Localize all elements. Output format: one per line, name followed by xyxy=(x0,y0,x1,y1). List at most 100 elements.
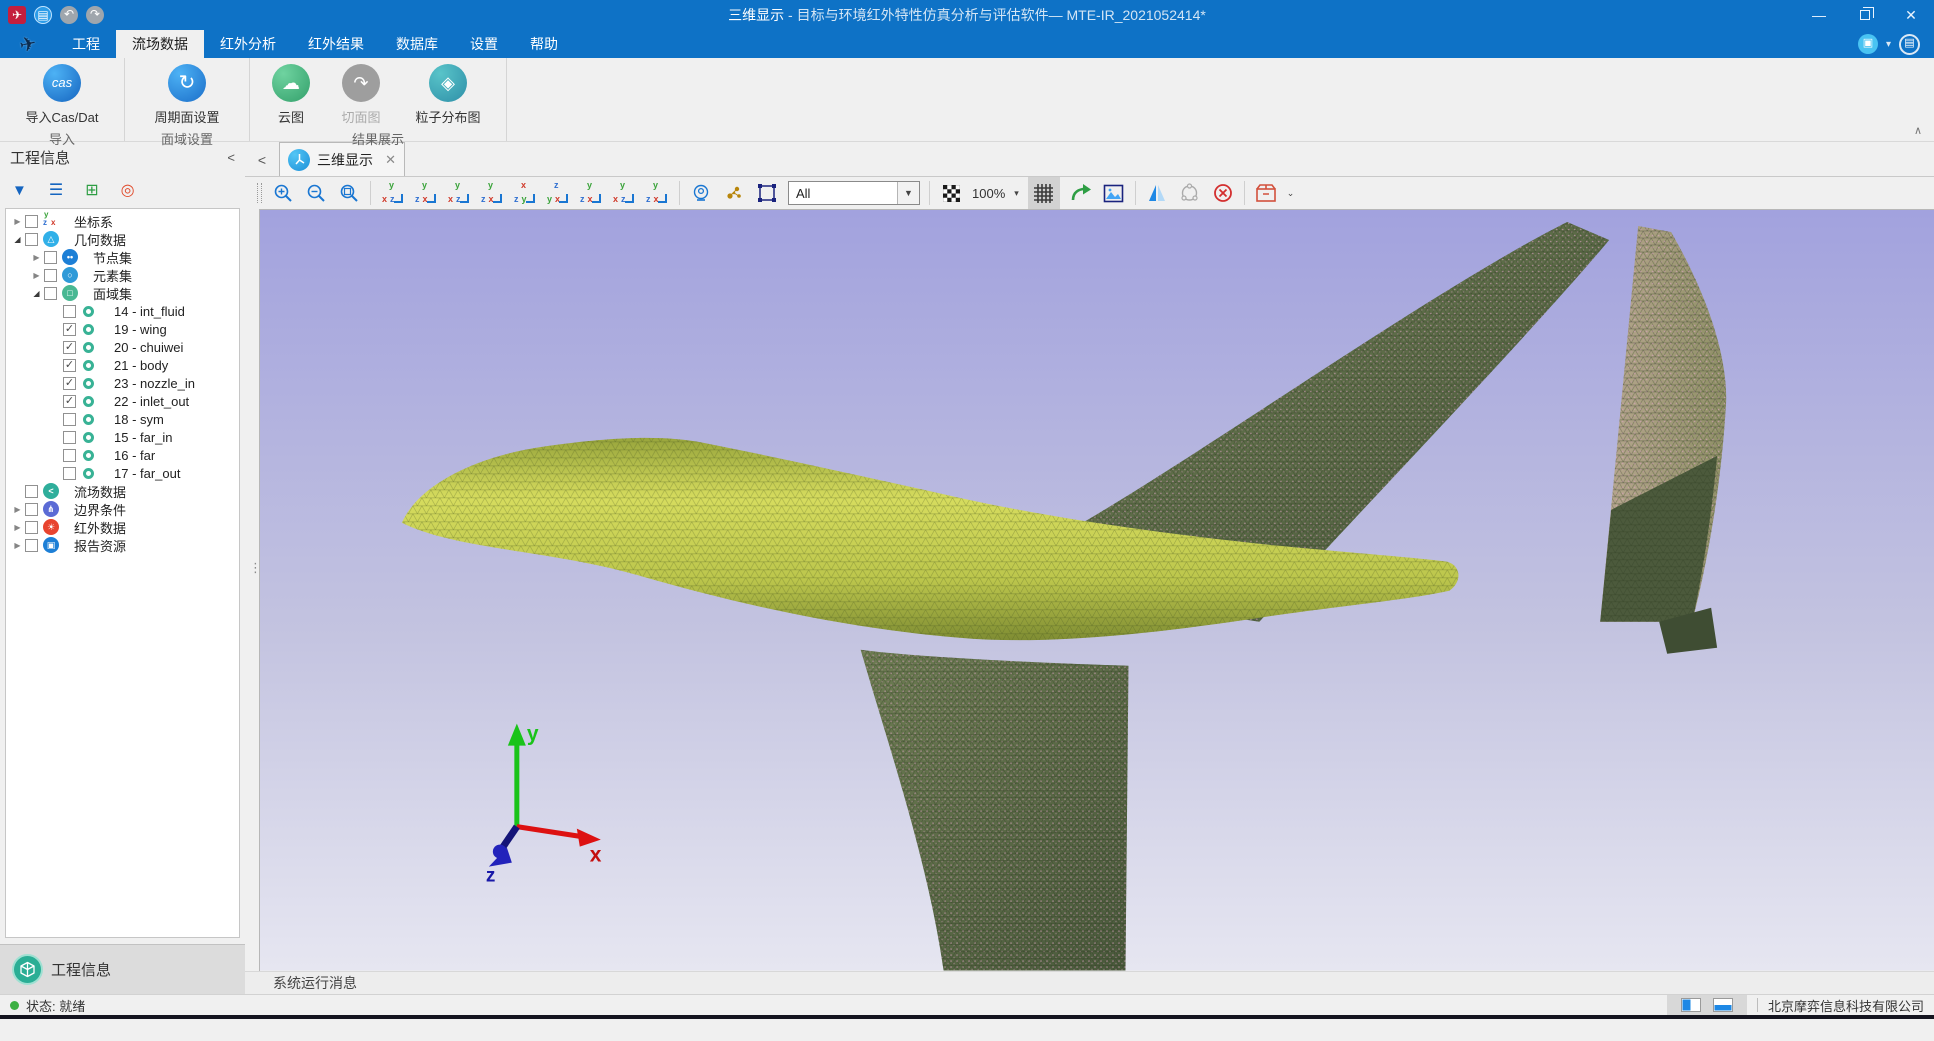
grid-view-icon[interactable]: ⊞ xyxy=(85,180,98,200)
remove-button[interactable] xyxy=(1211,181,1235,205)
toolbar-drag-handle[interactable] xyxy=(257,183,262,203)
view-preset-button-4[interactable]: yzx xyxy=(479,181,505,205)
restore-button[interactable] xyxy=(1842,0,1888,30)
zoom-dropdown-icon[interactable]: ▾ xyxy=(1014,188,1019,199)
tree-checkbox[interactable]: ✓ xyxy=(63,377,76,390)
tree-checkbox[interactable] xyxy=(25,539,38,552)
menu-item-project[interactable]: 工程 xyxy=(56,30,116,58)
minimize-button[interactable]: — xyxy=(1796,0,1842,30)
particle-distribution-button[interactable]: ◈ 粒子分布图 xyxy=(400,62,496,126)
tree-checkbox[interactable]: ✓ xyxy=(63,395,76,408)
zoom-fit-button[interactable] xyxy=(337,181,361,205)
grid-toggle-button[interactable] xyxy=(1028,177,1060,209)
target-icon[interactable]: ◎ xyxy=(121,180,135,200)
export-arrow-button[interactable] xyxy=(1069,181,1093,205)
tree-checkbox[interactable] xyxy=(25,233,38,246)
ribbon-collapse-icon[interactable]: ∧ xyxy=(1914,124,1922,137)
theme-button[interactable]: ▣ xyxy=(1858,34,1878,54)
perspective-camera-button[interactable] xyxy=(689,181,713,205)
tree-item[interactable]: ▶⋔边界条件 xyxy=(6,500,239,518)
cloud-map-button[interactable]: ☁ 云图 xyxy=(260,62,322,126)
view-preset-button-3[interactable]: yxz xyxy=(446,181,472,205)
style-button[interactable]: ▤ xyxy=(1899,34,1920,55)
close-button[interactable]: ✕ xyxy=(1888,0,1934,30)
tree-checkbox[interactable] xyxy=(44,287,57,300)
expander-closed-icon[interactable]: ▶ xyxy=(11,541,24,550)
tree-item[interactable]: ✓19 - wing xyxy=(6,320,239,338)
redo-button[interactable]: ↷ xyxy=(86,6,104,24)
view-preset-button-7[interactable]: yzx xyxy=(578,181,604,205)
zoom-out-button[interactable] xyxy=(304,181,328,205)
layout-left-icon[interactable] xyxy=(1681,998,1701,1012)
import-cas-dat-button[interactable]: cas 导入Cas/Dat xyxy=(10,62,114,126)
chevron-down-icon[interactable]: ▾ xyxy=(1886,39,1891,50)
view-preset-button-1[interactable]: yxz xyxy=(380,181,406,205)
menu-item-help[interactable]: 帮助 xyxy=(514,30,574,58)
undo-button[interactable]: ↶ xyxy=(60,6,78,24)
tree-checkbox[interactable]: ✓ xyxy=(63,359,76,372)
viewport-3d-scene[interactable]: y x z xyxy=(260,210,1934,971)
tree-checkbox[interactable]: ✓ xyxy=(63,323,76,336)
expander-closed-icon[interactable]: ▶ xyxy=(30,271,43,280)
menu-item-ir-analysis[interactable]: 红外分析 xyxy=(204,30,292,58)
tree-item[interactable]: ◢□面域集 xyxy=(6,284,239,302)
tree-item[interactable]: 15 - far_in xyxy=(6,428,239,446)
project-info-footer-button[interactable]: 工程信息 xyxy=(0,944,245,994)
tree-checkbox[interactable] xyxy=(63,431,76,444)
particles-display-button[interactable] xyxy=(722,181,746,205)
zoom-level-value[interactable]: 100% xyxy=(972,186,1005,201)
tree-checkbox[interactable] xyxy=(25,485,38,498)
tree-checkbox[interactable] xyxy=(63,449,76,462)
list-view-icon[interactable]: ☰ xyxy=(49,180,63,200)
box-tool-button[interactable] xyxy=(1254,181,1278,205)
tree-item[interactable]: ✓20 - chuiwei xyxy=(6,338,239,356)
tree-item[interactable]: <流场数据 xyxy=(6,482,239,500)
menu-item-flowfield[interactable]: 流场数据 xyxy=(116,30,204,58)
save-button[interactable]: ▤ xyxy=(34,6,52,24)
expander-closed-icon[interactable]: ▶ xyxy=(30,253,43,262)
tree-item[interactable]: ✓22 - inlet_out xyxy=(6,392,239,410)
combobox-dropdown-icon[interactable]: ▼ xyxy=(897,182,919,204)
expander-open-icon[interactable]: ◢ xyxy=(30,289,43,298)
period-face-settings-button[interactable]: ↻ 周期面设置 xyxy=(135,62,239,126)
tree-item[interactable]: ▶▣报告资源 xyxy=(6,536,239,554)
tab-close-icon[interactable]: ✕ xyxy=(385,152,396,168)
view-preset-button-2[interactable]: yzx xyxy=(413,181,439,205)
tree-item[interactable]: ✓21 - body xyxy=(6,356,239,374)
view-preset-button-8[interactable]: yxz xyxy=(611,181,637,205)
tree-item[interactable]: 17 - far_out xyxy=(6,464,239,482)
menu-item-database[interactable]: 数据库 xyxy=(380,30,454,58)
tree-checkbox[interactable] xyxy=(25,503,38,516)
select-box-button[interactable] xyxy=(755,181,779,205)
tree-item[interactable]: ▶yzx坐标系 xyxy=(6,212,239,230)
tree-checkbox[interactable] xyxy=(25,521,38,534)
tree-checkbox[interactable] xyxy=(63,413,76,426)
view-preset-button-5[interactable]: xzy xyxy=(512,181,538,205)
tree-item[interactable]: 14 - int_fluid xyxy=(6,302,239,320)
splitter-handle[interactable]: ⋮ xyxy=(249,560,260,576)
tree-item[interactable]: ▶○元素集 xyxy=(6,266,239,284)
expander-closed-icon[interactable]: ▶ xyxy=(11,505,24,514)
menu-item-settings[interactable]: 设置 xyxy=(454,30,514,58)
tree-checkbox[interactable] xyxy=(44,251,57,264)
tree-item[interactable]: 16 - far xyxy=(6,446,239,464)
tree-item[interactable]: ✓23 - nozzle_in xyxy=(6,374,239,392)
tree-checkbox[interactable] xyxy=(63,467,76,480)
snapshot-image-button[interactable] xyxy=(1102,181,1126,205)
viewport-3d[interactable]: ⋮ xyxy=(259,209,1934,971)
layout-bottom-icon[interactable] xyxy=(1713,998,1733,1012)
box-tool-dropdown-icon[interactable]: ⌄ xyxy=(1287,188,1295,199)
view-preset-button-9[interactable]: yzx xyxy=(644,181,670,205)
tree-item[interactable]: ◢△几何数据 xyxy=(6,230,239,248)
zoom-in-button[interactable] xyxy=(271,181,295,205)
filter-icon[interactable]: ▼ xyxy=(12,182,27,199)
menu-item-ir-results[interactable]: 红外结果 xyxy=(292,30,380,58)
tree-item[interactable]: ▶••节点集 xyxy=(6,248,239,266)
tree-checkbox[interactable] xyxy=(63,305,76,318)
expander-closed-icon[interactable]: ▶ xyxy=(11,523,24,532)
view-preset-button-6[interactable]: zyx xyxy=(545,181,571,205)
mirror-button[interactable] xyxy=(1145,181,1169,205)
expander-open-icon[interactable]: ◢ xyxy=(11,235,24,244)
checkerboard-icon[interactable] xyxy=(939,181,963,205)
tree-checkbox[interactable]: ✓ xyxy=(63,341,76,354)
